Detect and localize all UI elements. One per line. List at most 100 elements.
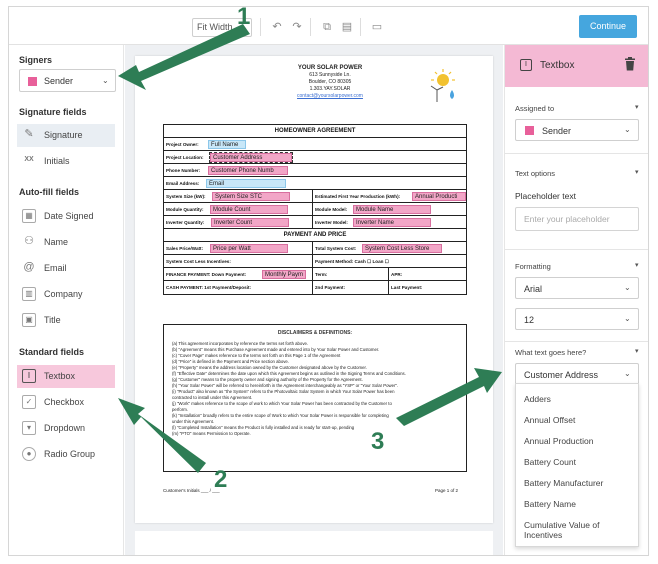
option-item[interactable]: Annual Production: [524, 436, 593, 446]
initials-icon: XX: [24, 156, 34, 163]
disclaimer-line: perform.: [172, 407, 188, 412]
collapse-caret-icon[interactable]: ▾: [635, 168, 639, 176]
placeholder-inverter-count[interactable]: Inverter Count: [211, 218, 289, 227]
redo-icon[interactable]: ↷: [289, 18, 305, 36]
placeholder-inverter-name[interactable]: Inverter Name: [353, 218, 431, 227]
collapse-caret-icon[interactable]: ▾: [635, 347, 639, 355]
field-label: Date Signed: [44, 211, 94, 221]
field-checkbox[interactable]: ✓ Checkbox: [17, 391, 115, 414]
disclaimers-box: DISCLAIMERS & DEFINITIONS: (a) This agre…: [163, 324, 467, 472]
textbox-icon: I: [520, 59, 532, 71]
signers-title: Signers: [19, 55, 53, 65]
signer-select[interactable]: Sender ⌄: [19, 69, 116, 92]
placeholder-module-count[interactable]: Module Count: [210, 205, 288, 214]
checkbox-icon: ✓: [22, 395, 36, 409]
customer-initials: Customer's Initials ___ / ___: [163, 488, 220, 493]
field-date-signed[interactable]: ▦ Date Signed: [17, 205, 115, 228]
row-label: APR:: [391, 272, 403, 277]
option-item[interactable]: Battery Manufacturer: [524, 478, 603, 488]
placeholder-annual-production[interactable]: Annual Producti: [412, 192, 466, 201]
company-email-link: contact@yoursolarpower.com: [297, 93, 363, 99]
placeholder-system-size[interactable]: System Size STC: [212, 192, 290, 201]
disclaimer-line: (f) "Effective Date" determines the date…: [172, 371, 406, 376]
textbox-icon: I: [22, 369, 36, 383]
row-label: CASH PAYMENT: 1st Payment/Deposit:: [166, 285, 252, 290]
text-source-select[interactable]: Customer Address ⌄: [515, 363, 639, 385]
radio-icon: ●: [22, 447, 36, 461]
font-select[interactable]: Arial ⌄: [515, 277, 639, 299]
assigned-to-value: Sender: [542, 126, 572, 136]
field-company[interactable]: ▥ Company: [17, 283, 115, 306]
placeholder-module-name[interactable]: Module Name: [353, 205, 431, 214]
placeholder-system-cost[interactable]: System Cost Less Store: [362, 244, 442, 253]
placeholder-email[interactable]: Email: [206, 179, 286, 188]
dropdown-icon: ▾: [22, 421, 36, 435]
field-textbox[interactable]: I Textbox: [17, 365, 115, 388]
collapse-caret-icon[interactable]: ▾: [635, 261, 639, 269]
section-divider: [505, 153, 648, 154]
field-label: Title: [44, 315, 61, 325]
text-source-options: Adders Annual Offset Annual Production B…: [515, 383, 639, 547]
document-canvas[interactable]: YOUR SOLAR POWER 613 Sunnyside Ln. Bould…: [125, 45, 503, 555]
undo-icon[interactable]: ↶: [269, 18, 285, 36]
trash-icon[interactable]: [624, 57, 636, 71]
continue-button[interactable]: Continue: [579, 15, 637, 38]
placeholder-customer-phone[interactable]: Customer Phone Numb: [208, 166, 288, 175]
font-value: Arial: [524, 284, 543, 294]
top-toolbar: Fit Width ↶ ↷ ⧉ ▤ ▭ Continue: [9, 7, 648, 45]
row-label: System Cost Less Incentives:: [166, 259, 231, 264]
font-size-select[interactable]: 12 ⌄: [515, 308, 639, 330]
row-label: Email Address:: [166, 181, 200, 186]
briefcase-icon: ▣: [22, 313, 36, 327]
properties-title: Textbox: [540, 60, 575, 71]
document-page-2: [135, 531, 493, 555]
placeholder-full-name[interactable]: Full Name: [208, 140, 246, 149]
signer-select-value: Sender: [44, 76, 74, 86]
option-item[interactable]: Cumulative Value of: [524, 520, 599, 530]
keyboard-icon[interactable]: ▭: [369, 18, 385, 36]
font-size-value: 12: [524, 315, 535, 325]
option-item[interactable]: Adders: [524, 394, 551, 404]
auto-fill-title: Auto-fill fields: [19, 187, 79, 197]
field-initials[interactable]: XX Initials: [17, 150, 115, 173]
disclaimers-title: DISCLAIMERS & DEFINITIONS:: [277, 330, 353, 336]
disclaimer-line: (j) "Work" makes reference to the scope …: [172, 401, 392, 406]
placeholder-input[interactable]: Enter your placeholder: [515, 207, 639, 231]
table-row: CASH PAYMENT: 1st Payment/Deposit: 2nd P…: [164, 281, 466, 294]
row-label: Payment Method: Cash ☐ Loan ☐: [315, 259, 389, 264]
callout-number-1: 1: [237, 3, 251, 30]
option-item[interactable]: Incentives: [524, 530, 562, 540]
disclaimer-line: (b) "Agreement" means this Purchase Agre…: [172, 347, 380, 352]
copy-icon[interactable]: ⧉: [319, 18, 335, 36]
table-row: Inverter Quantity: Inverter Count Invert…: [164, 216, 466, 229]
option-item[interactable]: Battery Count: [524, 457, 576, 467]
assigned-to-select[interactable]: Sender ⌄: [515, 119, 639, 141]
placeholder-price-per-watt[interactable]: Price per Watt: [210, 244, 288, 253]
field-label: Name: [44, 237, 69, 247]
option-item[interactable]: Annual Offset: [524, 415, 575, 425]
placeholder-monthly-payment[interactable]: Monthly Paym: [262, 270, 306, 279]
field-signature[interactable]: ✎ Signature: [17, 124, 115, 147]
option-item[interactable]: Battery Name: [524, 499, 576, 509]
field-name[interactable]: ⚇ Name: [17, 231, 115, 254]
placeholder-customer-address[interactable]: Customer Address: [209, 152, 293, 163]
toolbar-divider: [310, 18, 311, 36]
field-email[interactable]: @ Email: [17, 257, 115, 280]
field-label: Dropdown: [44, 423, 86, 433]
collapse-caret-icon[interactable]: ▾: [635, 103, 639, 111]
document-page: YOUR SOLAR POWER 613 Sunnyside Ln. Bould…: [135, 56, 493, 523]
table-row: Phone Number: Customer Phone Numb: [164, 164, 466, 177]
pen-icon: ✎: [24, 128, 34, 140]
row-label: Project Location:: [166, 155, 204, 160]
field-title[interactable]: ▣ Title: [17, 309, 115, 332]
signer-color-swatch: [525, 126, 534, 135]
section-divider: [505, 249, 648, 250]
row-label: Estimated First Year Production (kWh):: [315, 194, 401, 199]
disclaimer-line: (a) This agreement incorporates by refer…: [172, 341, 309, 346]
field-label: Email: [44, 263, 67, 273]
paste-icon[interactable]: ▤: [339, 18, 355, 36]
field-radio-group[interactable]: ● Radio Group: [17, 443, 115, 466]
field-dropdown[interactable]: ▾ Dropdown: [17, 417, 115, 440]
properties-panel: I Textbox Assigned to ▾ Sender ⌄ Text op…: [504, 45, 648, 555]
table-row: Module Quantity: Module Count Module Mod…: [164, 203, 466, 216]
